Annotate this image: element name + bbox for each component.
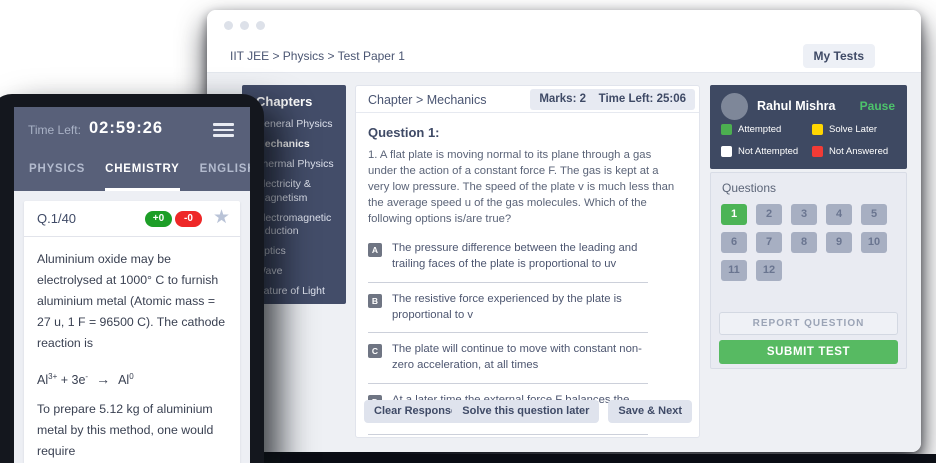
question-cell-1[interactable]: 1 bbox=[721, 204, 747, 225]
question-cell-2[interactable]: 2 bbox=[756, 204, 782, 225]
legend-not-attempted: Not Attempted bbox=[721, 146, 798, 157]
browser-titlebar bbox=[207, 10, 921, 40]
question-card-header: Chapter > Mechanics Marks: 2 Time Left: … bbox=[356, 86, 699, 113]
mobile-question-text: Aluminium oxide may be electrolysed at 1… bbox=[24, 237, 240, 353]
legend-solve-later: Solve Later bbox=[812, 124, 877, 135]
pause-button[interactable]: Pause bbox=[860, 99, 895, 113]
mobile-question-text-2: To prepare 5.12 kg of aluminium metal by… bbox=[24, 387, 240, 462]
legend-not-answered: Not Answered bbox=[812, 146, 888, 157]
timer-value: 02:59:26 bbox=[89, 119, 163, 138]
negative-marks-pill: -0 bbox=[175, 211, 202, 227]
question-cell-10[interactable]: 10 bbox=[861, 232, 887, 253]
mobile-question-card: Q.1/40 +0 -0 ★ Aluminium oxide may be el… bbox=[24, 201, 240, 463]
tab-chemistry[interactable]: CHEMISTRY bbox=[105, 153, 180, 191]
chapter-path: Chapter > Mechanics bbox=[368, 93, 486, 107]
arrow-icon: → bbox=[96, 371, 110, 387]
option-b-letter: B bbox=[368, 294, 382, 308]
menu-icon[interactable] bbox=[213, 123, 234, 140]
tab-english-proficiency[interactable]: ENGLISH PROFICIENCY bbox=[200, 153, 250, 191]
option-a[interactable]: A The pressure difference between the le… bbox=[368, 241, 687, 273]
browser-content: Chapters General Physics Mechanics Therm… bbox=[207, 73, 921, 452]
question-grid: 1 2 3 4 5 6 7 8 9 10 11 12 bbox=[721, 204, 906, 281]
question-card: Chapter > Mechanics Marks: 2 Time Left: … bbox=[355, 85, 700, 438]
solve-later-swatch bbox=[812, 124, 823, 135]
legend-attempted: Attempted bbox=[721, 124, 781, 135]
question-cell-11[interactable]: 11 bbox=[721, 260, 747, 281]
phone-screen: Time Left: 02:59:26 PHYSICS CHEMISTRY EN… bbox=[14, 107, 250, 463]
chemical-equation: Al3+ + 3e-→Al0 bbox=[24, 353, 240, 387]
solve-later-button[interactable]: Solve this question later bbox=[452, 400, 599, 423]
breadcrumb-bar: IIT JEE > Physics > Test Paper 1 My Test… bbox=[207, 40, 921, 73]
report-question-button[interactable]: REPORT QUESTION bbox=[719, 312, 898, 335]
divider bbox=[368, 332, 648, 333]
phone-header: Time Left: 02:59:26 bbox=[14, 107, 250, 153]
attempted-swatch bbox=[721, 124, 732, 135]
phone-body: Q.1/40 +0 -0 ★ Aluminium oxide may be el… bbox=[14, 191, 250, 463]
save-next-button[interactable]: Save & Next bbox=[608, 400, 692, 423]
time-left-badge: Time Left: 25:06 bbox=[590, 89, 695, 110]
question-text: 1. A flat plate is moving normal to its … bbox=[368, 147, 678, 227]
question-palette: Questions 1 2 3 4 5 6 7 8 9 10 11 12 REP… bbox=[710, 172, 907, 369]
divider bbox=[368, 282, 648, 283]
question-number: Q.1/40 bbox=[37, 211, 76, 226]
mobile-question-header: Q.1/40 +0 -0 ★ bbox=[24, 201, 240, 237]
user-name: Rahul Mishra bbox=[757, 99, 836, 113]
positive-marks-pill: +0 bbox=[145, 211, 172, 227]
question-cell-4[interactable]: 4 bbox=[826, 204, 852, 225]
question-title: Question 1: bbox=[368, 125, 699, 140]
divider bbox=[368, 434, 648, 435]
question-cell-5[interactable]: 5 bbox=[861, 204, 887, 225]
user-panel: Rahul Mishra Pause Attempted Solve Later… bbox=[710, 85, 907, 169]
avatar bbox=[721, 93, 748, 120]
question-actions: Clear Response Solve this question later… bbox=[364, 400, 692, 423]
subject-tabs: PHYSICS CHEMISTRY ENGLISH PROFICIENCY bbox=[14, 153, 250, 191]
option-a-letter: A bbox=[368, 243, 382, 257]
bookmark-star-icon[interactable]: ★ bbox=[213, 206, 230, 229]
my-tests-button[interactable]: My Tests bbox=[803, 44, 875, 68]
questions-title: Questions bbox=[722, 181, 906, 195]
bottom-shadow-dark bbox=[280, 454, 936, 463]
question-cell-6[interactable]: 6 bbox=[721, 232, 747, 253]
marks-badge: Marks: 2 bbox=[530, 89, 595, 110]
question-cell-12[interactable]: 12 bbox=[756, 260, 782, 281]
tab-physics[interactable]: PHYSICS bbox=[29, 153, 85, 191]
divider bbox=[368, 383, 648, 384]
option-b[interactable]: B The resistive force experienced by the… bbox=[368, 292, 687, 324]
sidebar-title: Chapters bbox=[256, 94, 346, 109]
question-cell-3[interactable]: 3 bbox=[791, 204, 817, 225]
question-cell-9[interactable]: 9 bbox=[826, 232, 852, 253]
question-cell-7[interactable]: 7 bbox=[756, 232, 782, 253]
submit-test-button[interactable]: SUBMIT TEST bbox=[719, 340, 898, 364]
question-cell-8[interactable]: 8 bbox=[791, 232, 817, 253]
not-attempted-swatch bbox=[721, 146, 732, 157]
option-c[interactable]: C The plate will continue to move with c… bbox=[368, 342, 687, 374]
not-answered-swatch bbox=[812, 146, 823, 157]
breadcrumb[interactable]: IIT JEE > Physics > Test Paper 1 bbox=[230, 49, 405, 63]
screenshot-stage: IIT JEE > Physics > Test Paper 1 My Test… bbox=[0, 0, 936, 463]
time-left-label: Time Left: bbox=[28, 123, 81, 137]
browser-window: IIT JEE > Physics > Test Paper 1 My Test… bbox=[207, 10, 921, 452]
window-control-dots[interactable] bbox=[224, 21, 265, 30]
phone-mockup: Time Left: 02:59:26 PHYSICS CHEMISTRY EN… bbox=[0, 94, 264, 463]
option-c-letter: C bbox=[368, 344, 382, 358]
